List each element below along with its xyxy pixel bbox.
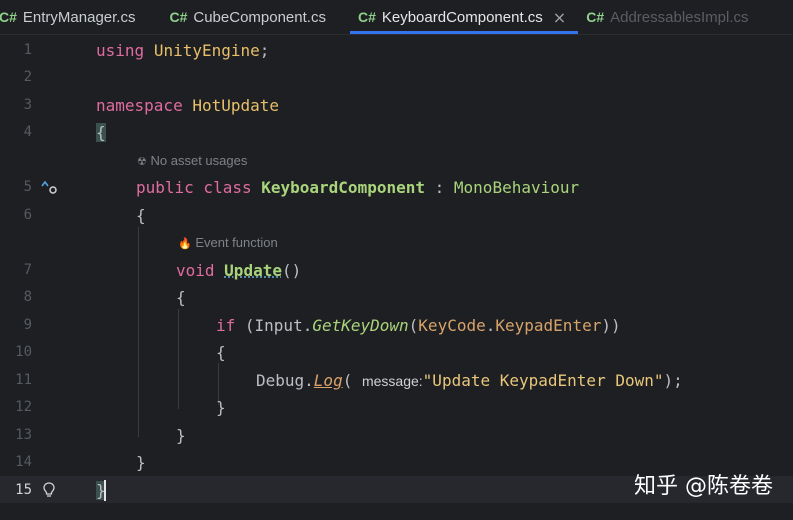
implements-gutter-icon[interactable] [40,179,58,199]
code-line-7: void Update() [176,261,302,280]
editor-tab-bar: C# EntryManager.cs C# CubeComponent.cs C… [0,0,793,35]
line-number: 5 [23,179,32,195]
code-line-13: } [176,426,186,445]
text-caret [104,480,106,501]
line-number: 6 [23,207,32,223]
csharp-file-icon: C# [586,9,605,25]
tab-label: KeyboardComponent.cs [381,8,543,26]
parameter-name-hint: message: [361,373,423,389]
line-number: 13 [15,427,32,443]
csharp-file-icon: C# [169,9,188,25]
csharp-file-icon: C# [0,9,17,25]
matched-brace: { [96,123,106,142]
tab-label: AddressablesImpl.cs [610,8,749,26]
tab-addressablesimpl[interactable]: C# AddressablesImpl.cs [578,0,760,34]
code-line-1: using UnityEngine; [96,41,270,60]
line-number: 8 [23,289,32,305]
tab-label: CubeComponent.cs [193,8,326,26]
unity-asset-icon: ☢ [137,156,147,168]
code-line-11: Debug.Log( message:"Update KeypadEnter D… [256,371,683,390]
tab-keyboardcomponent[interactable]: C# KeyboardComponent.cs × [349,0,579,34]
line-number-current: 15 [15,482,32,498]
indent-guide [178,309,179,409]
code-line-14: } [136,453,146,472]
code-line-6: { [136,206,146,225]
line-number: 10 [15,344,32,360]
code-line-3: namespace HotUpdate [96,96,280,115]
line-number: 2 [23,69,32,85]
line-number: 1 [23,42,32,58]
line-number: 12 [15,399,32,415]
code-line-9: if (Input.GetKeyDown(KeyCode.KeypadEnter… [216,316,621,335]
lightbulb-icon[interactable] [42,482,56,502]
line-number: 14 [15,454,32,470]
tab-entrymanager[interactable]: C# EntryManager.cs [0,0,147,34]
watermark: 知乎 @陈卷卷 [634,474,773,499]
indent-guide [138,227,139,437]
line-number: 11 [15,372,32,388]
code-line-8: { [176,288,186,307]
code-line-5: public class KeyboardComponent : MonoBeh… [136,178,580,197]
tab-label: EntryManager.cs [22,8,136,26]
code-line-4: { [96,119,106,146]
asset-usages-hint[interactable]: ☢ No asset usages [137,152,247,171]
line-number: 9 [23,317,32,333]
code-line-10: { [216,343,226,362]
csharp-file-icon: C# [357,9,376,25]
event-function-hint[interactable]: 🔥 Event function [178,234,278,253]
close-icon[interactable]: × [553,8,566,27]
tab-cubecomponent[interactable]: C# CubeComponent.cs [147,0,337,34]
code-editor[interactable]: 1 2 3 4 5 6 7 8 9 10 11 12 13 14 15 usin… [0,35,793,520]
line-number: 7 [23,262,32,278]
event-function-icon: 🔥 [178,238,192,250]
line-number: 4 [23,124,32,140]
code-line-12: } [216,398,226,417]
line-number: 3 [23,97,32,113]
